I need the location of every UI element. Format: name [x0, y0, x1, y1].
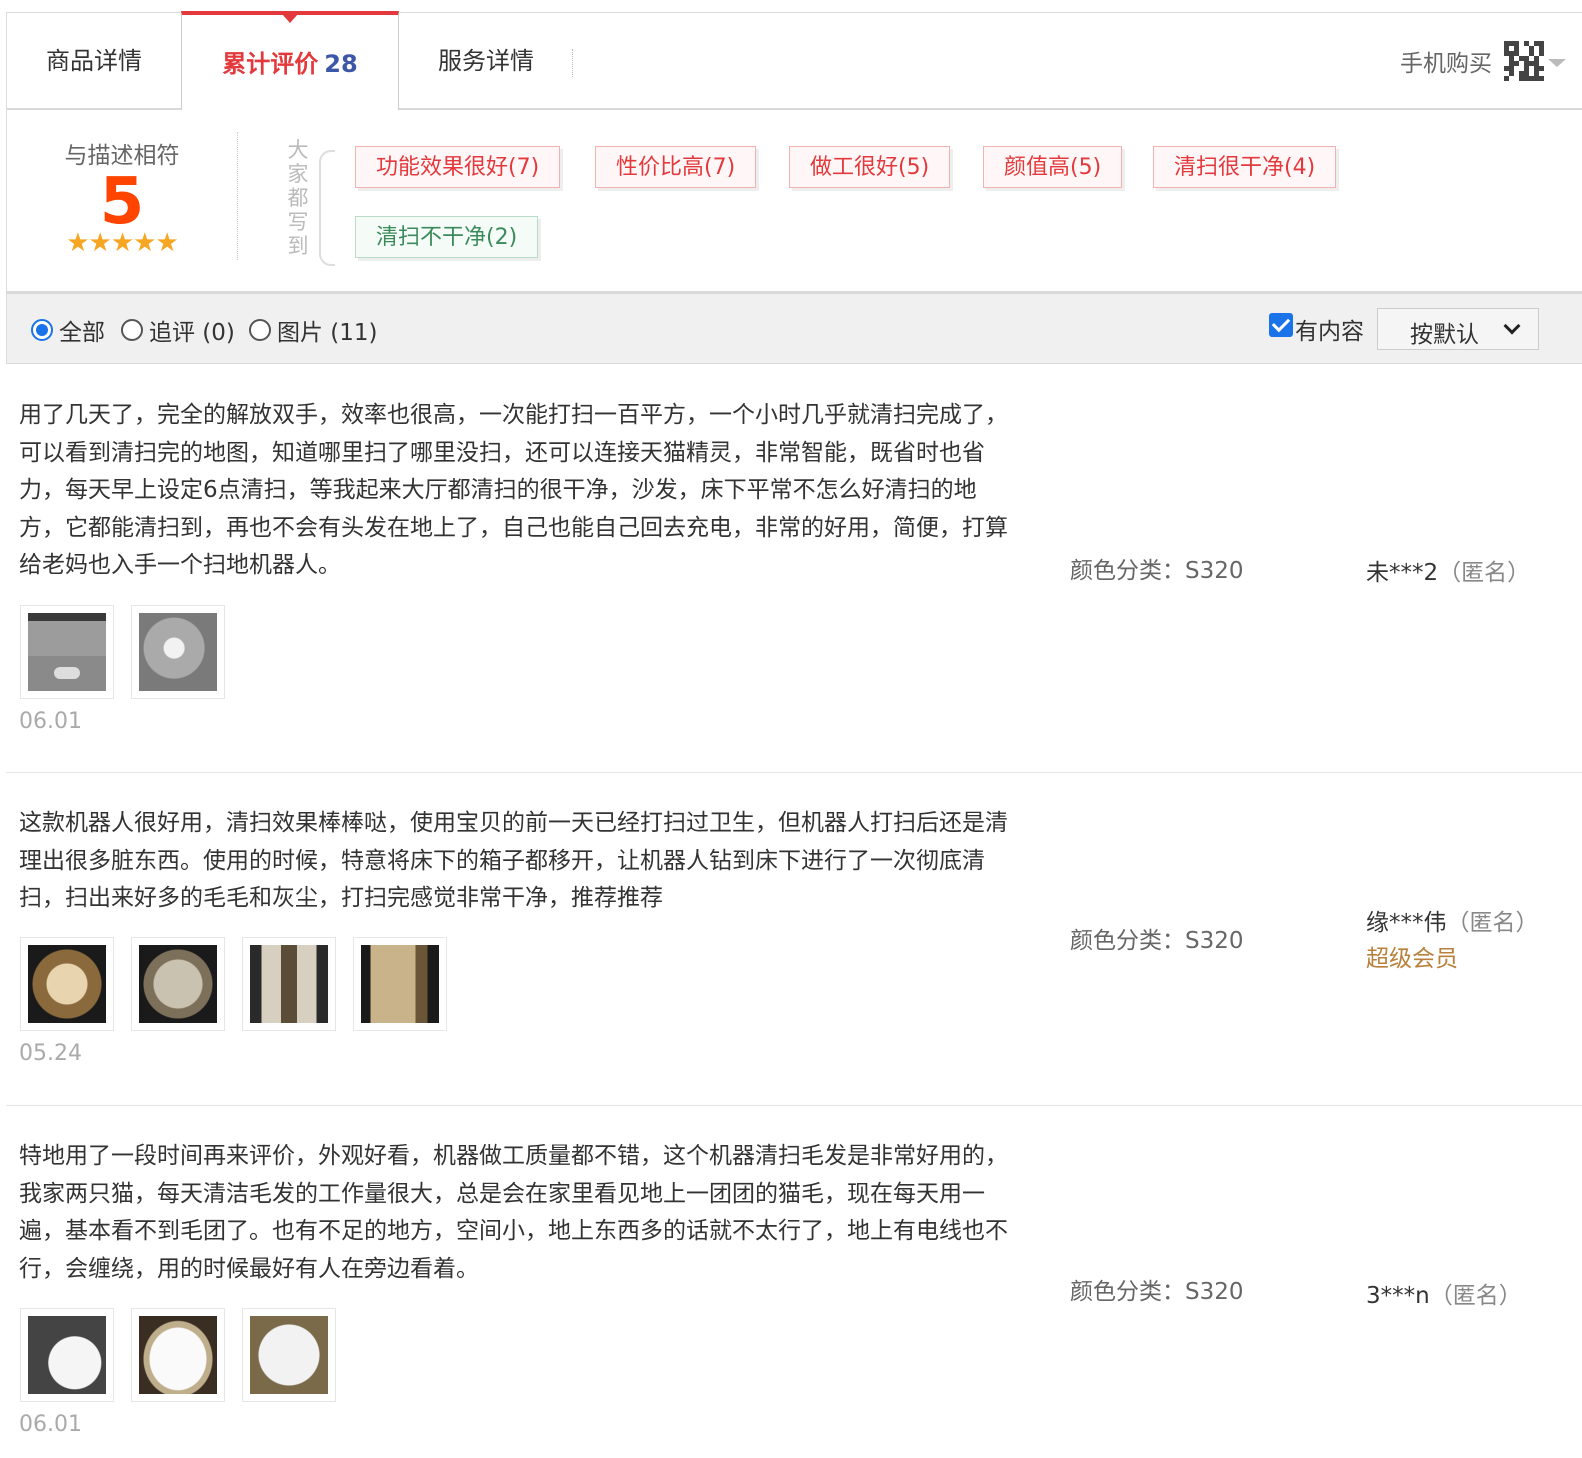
mobile-buy-label: 手机购买 [1400, 51, 1492, 77]
review-photos [20, 937, 464, 1031]
tab-reviews[interactable]: 累计评价 28 [181, 11, 399, 110]
review-photo-thumbnail[interactable] [131, 1308, 225, 1402]
sku-info: 颜色分类：S320 [1070, 1279, 1244, 1305]
review-text: 用了几天了，完全的解放双手，效率也很高，一次能打扫一百平方，一个小时几乎就清扫完… [19, 402, 1008, 579]
reviewer-name: 3***n（匿名） [1366, 1276, 1522, 1310]
radio-selected-icon[interactable] [31, 319, 53, 341]
review-photo-thumbnail[interactable] [20, 605, 114, 699]
review-photo-thumbnail[interactable] [20, 937, 114, 1031]
review-count: 28 [324, 50, 358, 78]
chevron-down-icon [1503, 317, 1521, 335]
review-photo-thumbnail[interactable] [20, 1308, 114, 1402]
everyone-wrote-label: 大家都写到 [287, 138, 309, 258]
filter-all[interactable]: 全部 [31, 314, 105, 346]
active-tab-indicator [282, 14, 298, 23]
filter-label: 图片 (11) [277, 320, 378, 346]
review-item: 这款机器人很好用，清扫效果棒棒哒，使用宝贝的前一天已经打扫过卫生，但机器人打扫后… [6, 773, 1582, 1106]
filter-label: 全部 [59, 320, 105, 346]
impression-tag[interactable]: 性价比高(7) [595, 146, 757, 188]
review-photo-thumbnail[interactable] [131, 605, 225, 699]
review-item: 用了几天了，完全的解放双手，效率也很高，一次能打扫一百平方，一个小时几乎就清扫完… [6, 365, 1582, 773]
reviewer-nick: 缘***伟 [1366, 910, 1447, 936]
review-date: 05.24 [19, 1041, 82, 1066]
review-text: 特地用了一段时间再来评价，外观好看，机器做工质量都不错，这个机器清扫毛发是非常好… [19, 1143, 1008, 1282]
review-date: 06.01 [19, 709, 82, 734]
review-photos [20, 605, 242, 699]
has-content-checkbox[interactable]: 有内容 [1269, 312, 1364, 346]
qr-code-icon [1504, 41, 1544, 81]
radio-icon[interactable] [121, 319, 143, 341]
review-photo-thumbnail[interactable] [242, 1308, 336, 1402]
review-photo-thumbnail[interactable] [353, 937, 447, 1031]
dropdown-arrow-icon[interactable] [1548, 59, 1566, 67]
anonymous-label: （匿名） [1446, 910, 1539, 936]
rating-divider [237, 132, 238, 260]
radio-icon[interactable] [249, 319, 271, 341]
reviewer-name: 缘***伟（匿名） [1366, 903, 1539, 937]
sku-info: 颜色分类：S320 [1070, 928, 1244, 954]
anonymous-label: （匿名） [1429, 1283, 1522, 1309]
filter-followup[interactable]: 追评 (0) [121, 314, 235, 346]
reviewer-nick: 3***n [1366, 1283, 1430, 1309]
anonymous-label: （匿名） [1438, 560, 1531, 586]
sort-select[interactable]: 按默认 [1377, 308, 1539, 350]
review-item: 特地用了一段时间再来评价，外观好看，机器做工质量都不错，这个机器清扫毛发是非常好… [6, 1106, 1582, 1458]
brace-decoration [319, 150, 335, 266]
tab-divider [572, 49, 573, 77]
filter-label: 追评 (0) [149, 320, 235, 346]
review-photo-thumbnail[interactable] [242, 937, 336, 1031]
tab-service-details[interactable]: 服务详情 [399, 13, 573, 109]
sort-label: 按默认 [1410, 322, 1479, 348]
tab-label: 累计评价 [222, 50, 319, 78]
impression-tag-negative[interactable]: 清扫不干净(2) [355, 216, 539, 258]
star-rating-icon: ★★★★★ [66, 228, 179, 258]
review-photo-thumbnail[interactable] [131, 937, 225, 1031]
impression-tag[interactable]: 做工很好(5) [789, 146, 951, 188]
rating-box: 与描述相符 5 ★★★★★ [7, 110, 237, 294]
sku-info: 颜色分类：S320 [1070, 558, 1244, 584]
tab-product-details[interactable]: 商品详情 [7, 13, 181, 109]
impression-tag[interactable]: 颜值高(5) [983, 146, 1123, 188]
review-date: 06.01 [19, 1412, 82, 1437]
reviewer-nick: 未***2 [1366, 560, 1439, 586]
has-content-label: 有内容 [1295, 319, 1364, 345]
tab-label: 服务详情 [438, 47, 534, 75]
impression-tag[interactable]: 功能效果很好(7) [355, 146, 561, 188]
review-photos [20, 1308, 353, 1402]
tab-label: 商品详情 [46, 47, 142, 75]
detail-tab-bar: 商品详情 累计评价 28 服务详情 手机购买 [6, 11, 1582, 110]
reviewer-name: 未***2（匿名） [1366, 553, 1530, 587]
impression-tag[interactable]: 清扫很干净(4) [1153, 146, 1337, 188]
filter-pictures[interactable]: 图片 (11) [249, 314, 378, 346]
rating-summary: 与描述相符 5 ★★★★★ 大家都写到 功能效果很好(7) 性价比高(7) 做工… [6, 110, 1582, 294]
review-text: 这款机器人很好用，清扫效果棒棒哒，使用宝贝的前一天已经打扫过卫生，但机器人打扫后… [19, 810, 1008, 912]
checkbox-checked-icon[interactable] [1269, 313, 1293, 337]
mobile-buy[interactable]: 手机购买 [1400, 13, 1544, 109]
super-member-badge: 超级会员 [1366, 946, 1458, 972]
review-filter-bar: 全部 追评 (0) 图片 (11) 有内容 按默认 [6, 294, 1582, 364]
